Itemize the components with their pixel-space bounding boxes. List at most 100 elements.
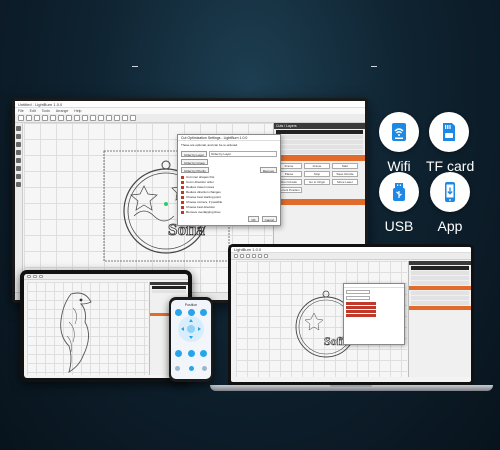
go-to-origin-button[interactable]: Go to Origin — [304, 179, 330, 185]
toolbar-group-icon[interactable] — [106, 115, 112, 121]
save-gcode-button[interactable]: Save GCode — [332, 171, 358, 177]
toolbar-settings-icon[interactable] — [264, 254, 268, 258]
option-checkbox[interactable]: Cut in direction order — [181, 180, 277, 184]
toolbar-zoom-icon[interactable] — [82, 115, 88, 121]
layer-row[interactable] — [276, 150, 363, 154]
menu-help[interactable]: Help — [74, 108, 81, 114]
toolbar-settings-icon[interactable] — [130, 115, 136, 121]
toolbar-new-icon[interactable] — [234, 254, 238, 258]
menu-arrange[interactable]: Arrange — [56, 108, 68, 114]
toolbar-paste-icon[interactable] — [58, 115, 64, 121]
stop-icon[interactable] — [200, 350, 207, 357]
option-checkbox[interactable] — [346, 310, 376, 313]
toolbar-align-icon[interactable] — [98, 115, 104, 121]
remove-button[interactable]: Remove — [259, 167, 277, 173]
toolbar-save-icon[interactable] — [34, 115, 40, 121]
nav-file-icon[interactable] — [175, 366, 180, 371]
tablet-toolbar — [24, 274, 188, 280]
layer-row[interactable] — [411, 271, 469, 275]
toolbar-open-icon[interactable] — [33, 275, 37, 278]
option-checkbox[interactable] — [346, 314, 376, 317]
option-checkbox[interactable]: Choose best starting point — [181, 195, 277, 199]
start-icon[interactable] — [175, 350, 182, 357]
layer-row[interactable] — [411, 281, 469, 285]
layer-row[interactable] — [276, 140, 363, 144]
toolbar-open-icon[interactable] — [26, 115, 32, 121]
cut-optimization-dialog: Cut Optimization Settings - LightBurn 1.… — [177, 134, 281, 226]
menu-file[interactable]: File — [18, 108, 24, 114]
option-checkbox[interactable]: Cut inner shapes first — [181, 175, 277, 179]
menu-tools[interactable]: Tools — [42, 108, 50, 114]
layer-row[interactable] — [152, 286, 186, 289]
stop-button[interactable]: Stop — [304, 171, 330, 177]
toolbar-pan-icon[interactable] — [90, 115, 96, 121]
jog-left-icon[interactable] — [181, 327, 184, 331]
toolbar-open-icon[interactable] — [240, 254, 244, 258]
control-row[interactable] — [411, 291, 469, 295]
move-laser-button[interactable]: Move Laser — [332, 179, 358, 185]
polygon-tool-icon[interactable] — [16, 166, 21, 171]
usb-icon — [379, 172, 419, 212]
ellipse-tool-icon[interactable] — [16, 158, 21, 163]
toolbar-align-icon[interactable] — [258, 254, 262, 258]
order-by-priority-button[interactable]: Order by Priority — [181, 167, 209, 173]
frame-alt-button[interactable]: Frame — [304, 163, 330, 169]
select-tool-icon[interactable] — [16, 126, 21, 131]
layer-row[interactable] — [411, 266, 469, 270]
option-checkbox[interactable]: Choose corners, if possible — [181, 200, 277, 204]
jog-right-icon[interactable] — [198, 327, 201, 331]
toolbar-save-icon[interactable] — [246, 254, 250, 258]
jog-center-button[interactable] — [187, 325, 195, 333]
option-checkbox[interactable]: Reduce direction changes — [181, 190, 277, 194]
layer-row[interactable] — [276, 135, 363, 139]
ok-button[interactable]: OK — [248, 216, 259, 222]
nav-settings-icon[interactable] — [202, 366, 207, 371]
nav-control-icon[interactable] — [188, 366, 194, 371]
option-checkbox[interactable]: Choose best direction — [181, 205, 277, 209]
order-list-field[interactable]: Order by Layer — [209, 151, 277, 157]
toolbar-redo-icon[interactable] — [74, 115, 80, 121]
toolbar-undo-icon[interactable] — [66, 115, 72, 121]
checkbox-icon — [181, 180, 184, 184]
option-checkbox[interactable] — [346, 306, 376, 309]
order-by-group-button[interactable]: Order by Group — [181, 159, 208, 165]
frame-icon[interactable] — [187, 309, 195, 316]
text-tool-icon[interactable] — [16, 174, 21, 179]
pause-icon[interactable] — [187, 350, 195, 357]
layer-row[interactable] — [276, 145, 363, 149]
toolbar-cut-icon[interactable] — [42, 115, 48, 121]
layer-row[interactable] — [276, 130, 363, 134]
toolbar-new-icon[interactable] — [18, 115, 24, 121]
option-checkbox[interactable]: Remove overlapping lines — [181, 210, 277, 214]
toolbar-copy-icon[interactable] — [50, 115, 56, 121]
option-checkbox[interactable] — [346, 302, 376, 305]
feature-tf-card: TF card — [426, 112, 474, 174]
line-tool-icon[interactable] — [16, 142, 21, 147]
checkbox-icon — [181, 190, 184, 194]
option-checkbox[interactable]: Reduce travel moves — [181, 185, 277, 189]
ornament-hanger — [322, 290, 330, 298]
toolbar-zoom-icon[interactable] — [252, 254, 256, 258]
order-by-layer-button[interactable] — [346, 290, 370, 294]
toolbar-mirror-icon[interactable] — [114, 115, 120, 121]
tablet-design-canvas[interactable] — [27, 282, 148, 375]
order-by-layer-button[interactable]: Order by Layer — [181, 151, 208, 157]
cancel-button[interactable]: Cancel — [261, 216, 277, 222]
jog-up-icon[interactable] — [189, 319, 193, 322]
control-row[interactable] — [411, 301, 469, 305]
start-button[interactable]: Start — [332, 163, 358, 169]
edit-nodes-icon[interactable] — [16, 134, 21, 139]
toolbar-new-icon[interactable] — [27, 275, 31, 278]
measure-tool-icon[interactable] — [16, 182, 21, 187]
layer-row[interactable] — [152, 290, 186, 293]
lock-icon[interactable] — [200, 309, 207, 316]
home-icon[interactable] — [175, 309, 182, 316]
toolbar-rotate-icon[interactable] — [122, 115, 128, 121]
menu-edit[interactable]: Edit — [30, 108, 36, 114]
layer-row[interactable] — [411, 276, 469, 280]
jog-down-icon[interactable] — [189, 336, 193, 339]
control-row[interactable] — [411, 296, 469, 300]
rectangle-tool-icon[interactable] — [16, 150, 21, 155]
order-by-group-button[interactable] — [346, 296, 370, 300]
toolbar-save-icon[interactable] — [39, 275, 43, 278]
